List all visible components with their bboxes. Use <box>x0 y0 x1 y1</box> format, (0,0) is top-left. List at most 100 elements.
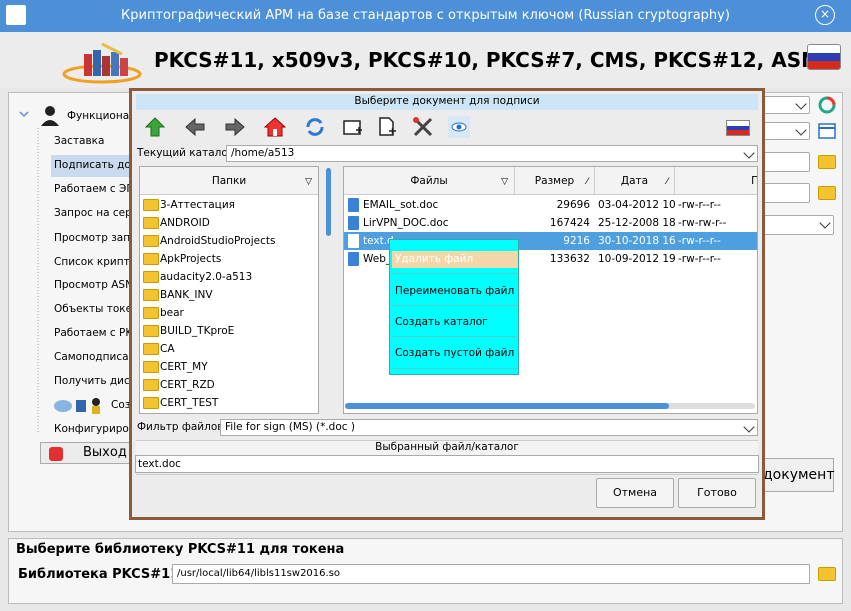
circle-color-icon[interactable] <box>818 96 836 114</box>
flag-icon[interactable] <box>726 120 750 136</box>
window-title: Криптографический АРМ на базе стандартов… <box>121 8 730 23</box>
menu-separator <box>391 273 518 274</box>
user-icon <box>41 106 59 126</box>
tools-icon[interactable] <box>412 116 434 138</box>
document-icon <box>348 234 359 248</box>
exit-button[interactable]: Выход <box>40 442 136 464</box>
sort-icon[interactable]: ⁄ <box>586 177 588 187</box>
folder-row[interactable]: CERT_TEST <box>140 394 318 412</box>
refresh-icon[interactable] <box>304 116 326 138</box>
app-header: PKCS#11, x509v3, PKCS#10, PKCS#7, CMS, P… <box>0 32 851 88</box>
folder-row[interactable]: CA <box>140 340 318 358</box>
folder-icon <box>143 361 159 373</box>
column-header-size[interactable]: Размер ⁄ <box>515 167 595 195</box>
library-label: Библиотека PKCS#11: <box>18 567 185 582</box>
menu-item-create-empty-file[interactable]: Создать пустой файл <box>395 347 514 359</box>
header-title: PKCS#11, x509v3, PKCS#10, PKCS#7, CMS, P… <box>154 48 832 72</box>
calendar-icon[interactable] <box>818 123 836 139</box>
background-combo[interactable] <box>762 122 810 140</box>
folders-header[interactable]: Папки ▽ <box>140 167 318 195</box>
selected-file-input[interactable]: text.doc <box>135 455 759 473</box>
menu-item-rename-file[interactable]: Переименовать файл <box>395 285 514 297</box>
folder-icon <box>143 325 159 337</box>
folder-row[interactable]: audacity2.0-a513 <box>140 268 318 286</box>
folder-icon <box>143 379 159 391</box>
folder-icon <box>143 343 159 355</box>
sort-icon[interactable]: ▽ <box>305 177 312 187</box>
sort-icon[interactable]: ⁄ <box>666 177 668 187</box>
folder-row[interactable]: BANK_INV <box>140 286 318 304</box>
current-dir-combo[interactable]: /home/a513 <box>226 145 758 162</box>
background-input[interactable] <box>762 183 810 203</box>
window-title-bar: Криптографический АРМ на базе стандартов… <box>0 0 851 32</box>
menu-item-delete-file[interactable]: Удалить файл <box>392 251 518 268</box>
cloud-user-icon <box>54 398 100 414</box>
folder-icon <box>143 271 159 283</box>
background-combo[interactable] <box>762 215 834 235</box>
column-header-files[interactable]: Файлы ▽ <box>344 167 515 195</box>
files-header-row: Файлы▽ Размер⁄ Дата⁄ П <box>344 167 757 195</box>
tree-lines <box>19 111 39 434</box>
tree-root[interactable]: Функционал <box>67 110 129 122</box>
view-icon[interactable] <box>448 116 470 138</box>
selected-file-label: Выбранный файл/каталог <box>136 440 758 455</box>
chevron-down-icon <box>743 421 755 433</box>
sort-icon[interactable]: ▽ <box>501 177 508 187</box>
document-icon <box>348 198 359 212</box>
dialog-toolbar <box>136 110 758 144</box>
table-row[interactable]: EMAIL_sot.doc 29696 03-04-2012 10 -rw-r-… <box>344 196 757 214</box>
dialog-title: Выберите документ для подписи <box>136 94 758 110</box>
column-header-perm[interactable]: П <box>675 167 757 195</box>
folder-row[interactable]: AndroidStudioProjects <box>140 232 318 250</box>
folder-icon <box>143 289 159 301</box>
tree-item-selected[interactable]: Подписать док <box>51 155 131 177</box>
files-horizontal-scrollbar[interactable] <box>345 403 755 409</box>
menu-item-create-folder[interactable]: Создать каталог <box>395 316 488 328</box>
scrollbar-thumb[interactable] <box>326 168 331 236</box>
folder-icon <box>143 307 159 319</box>
folder-icon[interactable] <box>818 186 836 200</box>
document-icon <box>348 216 359 230</box>
background-input[interactable] <box>762 152 810 172</box>
column-header-date[interactable]: Дата ⁄ <box>595 167 675 195</box>
menu-separator <box>391 305 518 306</box>
back-arrow-icon[interactable] <box>184 116 206 138</box>
filter-label: Фильтр файлов: <box>137 421 227 433</box>
app-logo-icon <box>62 42 142 84</box>
table-row[interactable]: LirVPN_DOC.doc 167424 25-12-2008 18 -rw-… <box>344 214 757 232</box>
folder-row[interactable]: bear <box>140 304 318 322</box>
cancel-button[interactable]: Отмена <box>596 478 674 508</box>
folder-icon[interactable] <box>818 155 836 169</box>
ok-button[interactable]: Готово <box>678 478 756 508</box>
chevron-down-icon <box>743 147 755 159</box>
folders-scrollbar[interactable] <box>324 166 334 414</box>
forward-arrow-icon[interactable] <box>224 116 246 138</box>
close-icon[interactable]: × <box>815 5 835 25</box>
filter-combo[interactable]: File for sign (MS) (*.doc ) <box>220 419 758 436</box>
folder-icon <box>143 253 159 265</box>
folder-icon <box>143 199 159 211</box>
background-combo[interactable] <box>762 96 810 114</box>
folder-row[interactable]: CERT_MY <box>140 358 318 376</box>
folders-list[interactable]: Папки ▽ 3-Аттестация ANDROID AndroidStud… <box>139 166 319 414</box>
library-path-input[interactable]: /usr/local/lib64/libls11sw2016.so <box>172 564 810 584</box>
library-panel-title: Выберите библиотеку PKCS#11 для токена <box>16 542 345 557</box>
tree-item[interactable]: Соз <box>111 399 131 411</box>
new-file-icon[interactable] <box>376 116 398 138</box>
folder-row[interactable]: 3-Аттестация <box>140 196 318 214</box>
up-arrow-icon[interactable] <box>144 116 166 138</box>
document-icon <box>348 252 359 266</box>
folder-row[interactable]: BUILD_TKproE <box>140 322 318 340</box>
folder-icon[interactable] <box>818 567 836 581</box>
scrollbar-thumb[interactable] <box>345 403 669 409</box>
home-icon[interactable] <box>264 116 286 138</box>
flag-icon[interactable] <box>807 44 841 70</box>
folder-icon <box>143 217 159 229</box>
folder-row[interactable]: CERT_RZD <box>140 376 318 394</box>
folder-row[interactable]: ANDROID <box>140 214 318 232</box>
new-folder-icon[interactable] <box>342 116 364 138</box>
power-icon <box>49 447 63 461</box>
folder-row[interactable]: ApkProjects <box>140 250 318 268</box>
context-menu: Удалить файл Переименовать файл Создать … <box>389 239 519 375</box>
sign-document-button[interactable]: документ <box>760 458 834 492</box>
